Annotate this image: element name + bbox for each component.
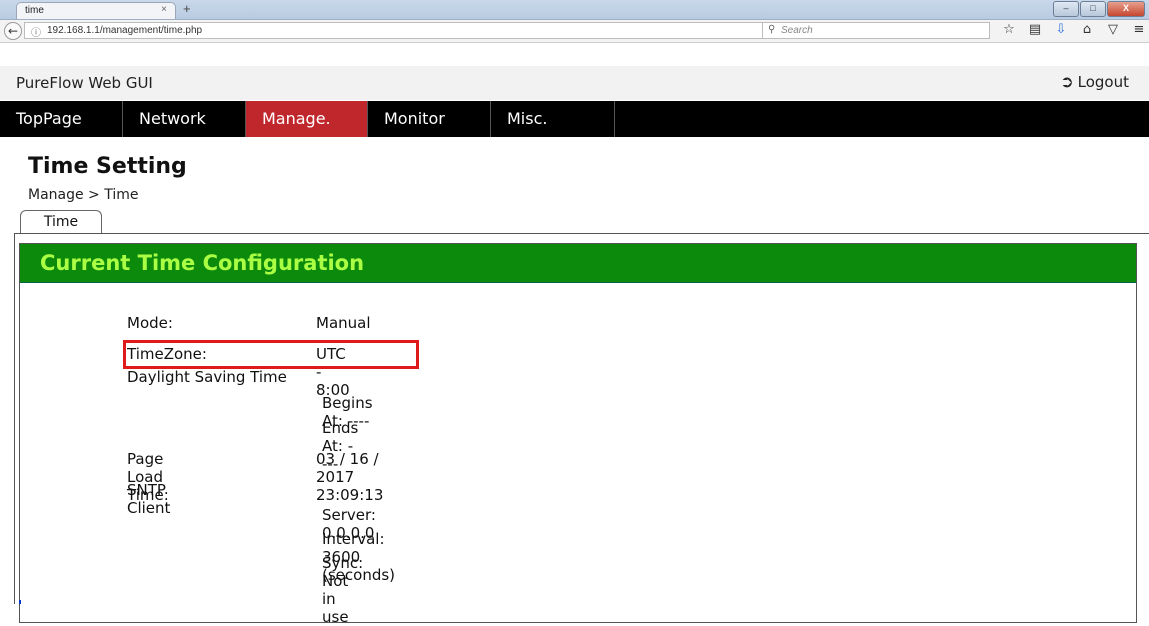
sntp-sync: Sync: Not in use xyxy=(322,554,364,626)
app-header: PureFlow Web GUI ➲ Logout xyxy=(0,66,1149,100)
menu-icon[interactable]: ≡ xyxy=(1130,22,1148,37)
browser-tab-title: time xyxy=(25,5,44,16)
info-icon[interactable]: ⓘ xyxy=(31,24,41,39)
mode-label: Mode: xyxy=(127,314,173,332)
address-bar[interactable]: ⓘ 192.168.1.1/management/time.php xyxy=(24,22,814,39)
tab-time[interactable]: Time xyxy=(20,210,102,234)
logout-button[interactable]: ➲ Logout xyxy=(1060,72,1129,91)
timezone-label: TimeZone: xyxy=(127,345,207,363)
breadcrumb: Manage > Time xyxy=(28,187,139,203)
logout-label: Logout xyxy=(1077,72,1129,91)
search-input[interactable]: ⚲ Search xyxy=(762,22,990,39)
mode-value: Manual xyxy=(316,314,371,332)
panel-title: Current Time Configuration xyxy=(40,251,365,275)
time-config-panel: Current Time Configuration Mode: Manual … xyxy=(19,243,1137,626)
menu-item-toppage[interactable]: TopPage xyxy=(0,101,123,137)
window-controls: – □ X xyxy=(1053,1,1145,17)
download-icon[interactable]: ⇩ xyxy=(1052,22,1070,37)
menu-item-misc[interactable]: Misc. xyxy=(491,101,615,137)
pageload-value: 03 / 16 / 2017 23:09:13 xyxy=(316,450,384,504)
close-window-button[interactable]: X xyxy=(1107,1,1145,17)
search-icon: ⚲ xyxy=(768,24,776,35)
app-title: PureFlow Web GUI xyxy=(16,74,153,92)
maximize-button[interactable]: □ xyxy=(1080,1,1106,17)
menu-item-manage[interactable]: Manage. xyxy=(246,101,368,137)
page-title: Time Setting xyxy=(28,154,187,179)
pocket-icon[interactable]: ▽ xyxy=(1104,22,1122,37)
bookmark-star-icon[interactable]: ☆ xyxy=(1000,22,1018,37)
minimize-button[interactable]: – xyxy=(1053,1,1079,17)
browser-tab-bar: time × + – □ X xyxy=(0,0,1149,20)
search-placeholder: Search xyxy=(781,25,813,36)
close-tab-icon[interactable]: × xyxy=(161,4,167,15)
timezone-value: UTC - 8:00 xyxy=(316,345,350,399)
menu-item-network[interactable]: Network xyxy=(123,101,246,137)
sntp-label: SNTP Client xyxy=(127,481,171,517)
browser-nav-bar: ← ⓘ 192.168.1.1/management/time.php ⚲ Se… xyxy=(0,20,1149,43)
browser-toolbar-icons: ☆ ▤ ⇩ ⌂ ▽ ≡ xyxy=(1000,22,1148,37)
back-button[interactable]: ← xyxy=(4,22,22,40)
corner-marker xyxy=(19,600,21,604)
url-text: 192.168.1.1/management/time.php xyxy=(47,25,203,36)
content-left-border xyxy=(14,234,15,604)
main-menu: TopPage Network Manage. Monitor Misc. xyxy=(0,101,1149,137)
dst-label: Daylight Saving Time xyxy=(127,368,287,386)
logout-icon: ➲ xyxy=(1060,72,1074,91)
browser-tab[interactable]: time × xyxy=(16,2,176,19)
reading-list-icon[interactable]: ▤ xyxy=(1026,22,1044,37)
tab-divider xyxy=(14,233,1149,234)
menu-item-monitor[interactable]: Monitor xyxy=(368,101,491,137)
new-tab-icon[interactable]: + xyxy=(183,1,191,16)
panel-header: Current Time Configuration xyxy=(20,244,1136,283)
home-icon[interactable]: ⌂ xyxy=(1078,22,1096,37)
